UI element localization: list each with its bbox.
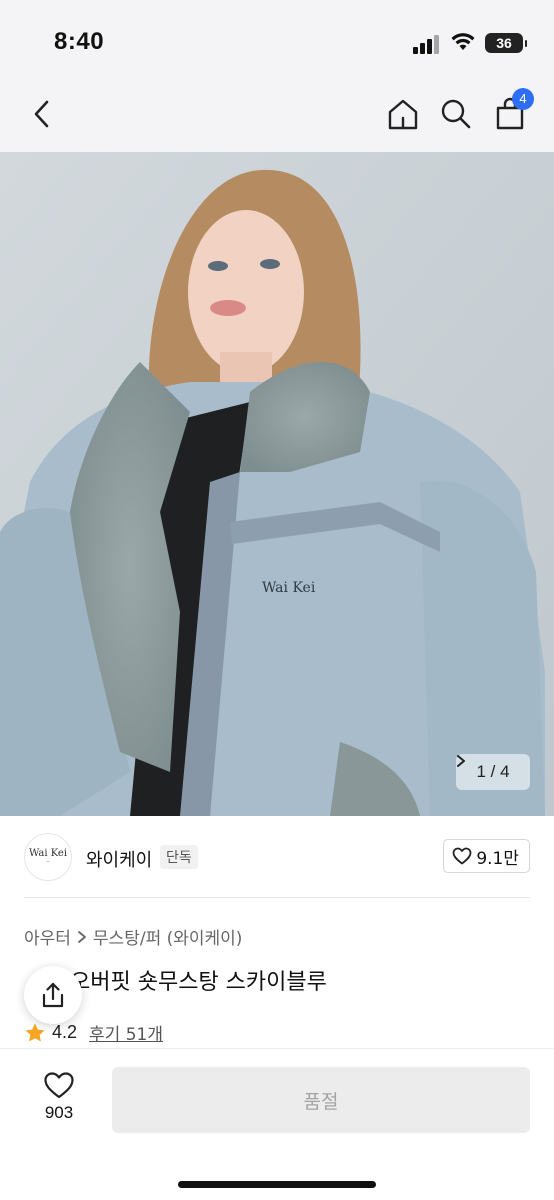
product-image-carousel[interactable]: Wai Kei 1 / 4 (0, 152, 554, 816)
cellular-signal-icon (413, 34, 441, 54)
cart-button[interactable]: 4 (490, 88, 534, 134)
sold-out-button[interactable]: 품절 (112, 1067, 530, 1133)
breadcrumb-item[interactable]: 아우터 (24, 924, 71, 949)
breadcrumb: 아우터 무스탕/퍼 (와이케이) (24, 924, 242, 949)
cart-count-badge: 4 (512, 88, 534, 110)
brand-logo-text: Wai Kei (28, 848, 68, 859)
star-icon (25, 1023, 45, 1041)
brand-row: Wai Kei — 와이케이 단독 9.1만 (24, 816, 530, 898)
heart-icon (452, 847, 472, 865)
status-time: 8:40 (54, 28, 105, 55)
breadcrumb-item[interactable]: 무스탕/퍼 (와이케이) (93, 924, 243, 949)
chevron-right-icon (78, 930, 86, 943)
jacket-logo-print: Wai Kei (262, 580, 316, 596)
wifi-icon (451, 33, 475, 50)
share-icon (42, 982, 64, 1008)
search-icon (441, 99, 471, 129)
chevron-right-icon (457, 755, 465, 767)
back-chevron-icon (34, 100, 49, 128)
brand-logo-sub: — (46, 859, 50, 864)
rating-value: 4.2 (52, 1022, 78, 1042)
page-indicator-label: 1 / 4 (476, 762, 510, 781)
home-button[interactable] (383, 94, 423, 134)
brand-logo[interactable]: Wai Kei — (24, 833, 72, 881)
heart-icon (44, 1072, 74, 1099)
back-button[interactable] (22, 94, 62, 134)
battery-icon: 36 (485, 33, 527, 53)
rating-row: 4.2 후기 51개 (24, 1020, 163, 1045)
home-icon (388, 99, 418, 130)
home-indicator (178, 1181, 376, 1188)
brand-like-count: 9.1만 (476, 848, 519, 869)
review-link[interactable]: 후기 51개 (89, 1020, 163, 1045)
bottom-action-bar: 903 품절 (0, 1048, 554, 1200)
brand-like-button[interactable]: 9.1만 (443, 839, 530, 873)
share-button[interactable] (24, 966, 82, 1024)
brand-name[interactable]: 와이케이 (86, 846, 152, 872)
product-photo: Wai Kei (0, 152, 554, 816)
product-title-text: 오버핏 숏무스탕 스카이블루 (70, 970, 327, 995)
wishlist-count: 903 (44, 1103, 74, 1122)
top-nav-bar: 4 (0, 80, 554, 152)
wishlist-button[interactable]: 903 (30, 1071, 88, 1123)
exclusive-tag: 단독 (160, 845, 198, 869)
search-button[interactable] (436, 94, 476, 134)
status-bar: 8:40 36 (0, 0, 554, 80)
image-page-indicator[interactable]: 1 / 4 (456, 754, 530, 790)
